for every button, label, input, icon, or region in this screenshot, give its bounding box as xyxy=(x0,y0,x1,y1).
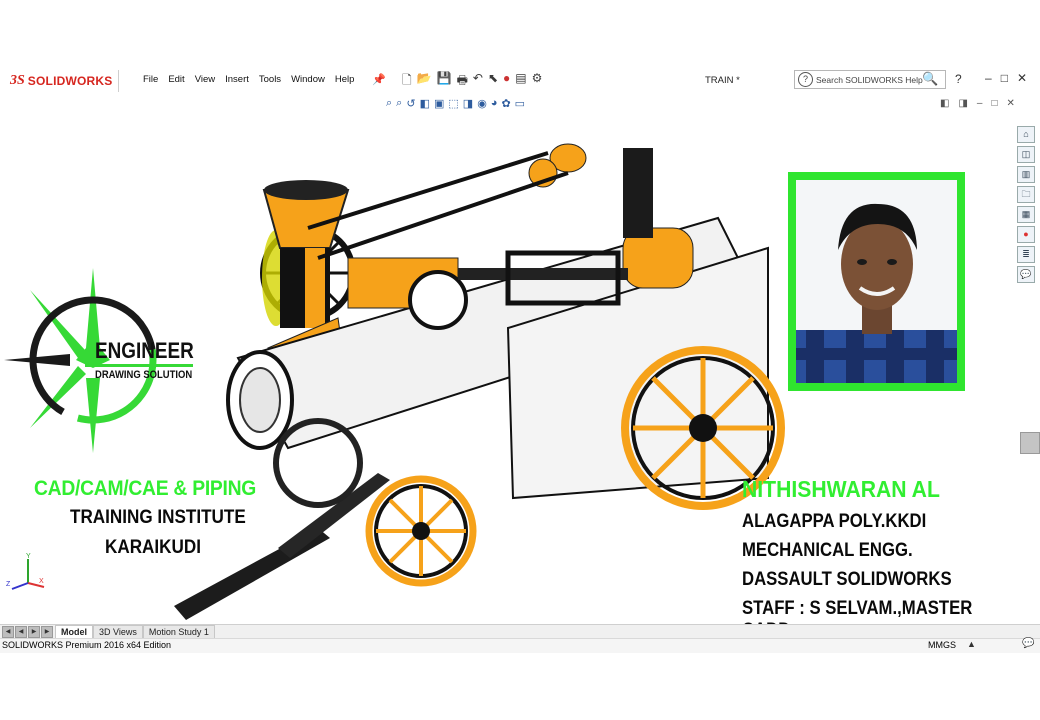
save-icon[interactable]: 💾 xyxy=(437,71,452,92)
piston-rod xyxy=(458,268,628,280)
task-pane-expand-handle[interactable] xyxy=(1020,432,1040,454)
menu-insert[interactable]: Insert xyxy=(220,72,254,90)
institute-location: KARAIKUDI xyxy=(105,537,201,558)
college-line: ALAGAPPA POLY.KKDI xyxy=(742,511,927,532)
select-icon[interactable]: ⬉ xyxy=(488,71,498,92)
forum-icon[interactable]: 💬 xyxy=(1017,266,1035,283)
edition-label: SOLIDWORKS Premium 2016 x64 Edition xyxy=(2,640,172,650)
minimize-button[interactable]: – xyxy=(985,71,992,85)
menu-file[interactable]: File xyxy=(138,72,163,90)
viewport-window-controls: ◧ ◨ – □ ✕ xyxy=(940,98,1015,109)
units-dropdown-icon[interactable]: ▲ xyxy=(967,639,976,649)
section-view-icon[interactable]: ◧ xyxy=(420,97,430,113)
open-icon[interactable]: 📂 xyxy=(417,71,432,92)
tab-next-arrow[interactable]: ▶ xyxy=(28,626,40,638)
chimney-rim xyxy=(264,180,348,200)
help-search-icon: ? xyxy=(798,72,813,87)
options-gear-icon[interactable]: ⚙ xyxy=(532,71,543,92)
smokebox-door xyxy=(239,367,281,433)
tab-last-arrow[interactable]: ▶ xyxy=(41,626,53,638)
institute-name: TRAINING INSTITUTE xyxy=(70,507,246,528)
display-style-icon[interactable]: ◨ xyxy=(463,97,473,113)
view-palette-icon[interactable]: ▦ xyxy=(1017,206,1035,223)
task-pane-tabs: ⌂ ◫ ▥ 🗀 ▦ ● ≣ 💬 xyxy=(1017,126,1037,283)
custom-properties-icon[interactable]: ≣ xyxy=(1017,246,1035,263)
new-document-icon[interactable]: 🗋 xyxy=(402,71,412,92)
ds-logo-mark: 3S xyxy=(10,73,25,88)
triad-z-label: Z xyxy=(6,581,11,588)
search-input[interactable]: Search SOLIDWORKS Help xyxy=(816,75,923,85)
viewport-next-icon[interactable]: ◨ xyxy=(958,98,967,109)
help-button[interactable]: ? xyxy=(955,72,962,86)
student-name: NITHISHWARAN AL xyxy=(742,476,940,502)
search-icon[interactable]: 🔍 xyxy=(922,71,938,87)
menu-tools[interactable]: Tools xyxy=(254,72,286,90)
window-controls: – □ ✕ xyxy=(985,71,1027,85)
zoom-to-fit-icon[interactable]: ⌕ xyxy=(386,97,392,113)
rear-wheel-hub xyxy=(689,414,717,442)
tab-scroll-arrows: ◀ ◀ ▶ ▶ xyxy=(2,626,53,638)
viewport-prev-icon[interactable]: ◧ xyxy=(940,98,949,109)
menu-view[interactable]: View xyxy=(190,72,220,90)
front-wheel-hub xyxy=(412,522,430,540)
coordinate-triad: Y X Z xyxy=(6,553,45,590)
units-selector[interactable]: MMGS xyxy=(928,640,956,650)
view-settings-icon[interactable]: ▭ xyxy=(515,97,525,113)
student-photo-frame xyxy=(788,172,965,391)
steam-traction-engine-model[interactable] xyxy=(168,128,788,628)
tab-first-arrow[interactable]: ◀ xyxy=(2,626,14,638)
undo-icon[interactable]: ↶ xyxy=(473,71,483,92)
status-chat-icon[interactable]: 💬 xyxy=(1022,638,1034,649)
menu-help[interactable]: Help xyxy=(330,72,360,90)
institute-courses: CAD/CAM/CAE & PIPING xyxy=(34,477,257,500)
zoom-to-area-icon[interactable]: ⌕ xyxy=(396,97,402,113)
hide-show-items-icon[interactable]: ◉ xyxy=(477,97,487,113)
software-line: DASSAULT SOLIDWORKS xyxy=(742,569,952,590)
restore-button[interactable]: □ xyxy=(1001,71,1008,85)
document-title: TRAIN * xyxy=(705,75,740,86)
chimney-stripe xyxy=(305,248,325,328)
model-tabs: Model 3D Views Motion Study 1 xyxy=(55,625,215,638)
student-photo xyxy=(796,180,957,383)
edit-appearance-icon[interactable]: ◕ xyxy=(491,97,498,113)
standard-toolbar: 🗋 📂 💾 🖶 ↶ ⬉ ● ▤ ⚙ xyxy=(402,71,542,92)
viewport-close-button[interactable]: ✕ xyxy=(1007,98,1015,109)
heads-up-view-toolbar: ⌕ ⌕ ↺ ◧ ▣ ⬚ ◨ ◉ ◕ ✿ ▭ xyxy=(386,97,525,113)
menu-edit[interactable]: Edit xyxy=(163,72,189,90)
pin-icon[interactable]: 📌 xyxy=(372,73,386,86)
file-explorer-icon[interactable]: 🗀 xyxy=(1017,186,1035,203)
triad-y-label: Y xyxy=(26,553,31,560)
appearances-icon[interactable]: ● xyxy=(1017,226,1035,243)
solidworks-logo[interactable]: 3S SOLIDWORKS xyxy=(10,70,119,92)
file-properties-icon[interactable]: ▤ xyxy=(515,71,526,92)
design-library-icon[interactable]: ▥ xyxy=(1017,166,1035,183)
traffic-light-icon[interactable]: ● xyxy=(503,71,510,92)
student-portrait xyxy=(796,203,957,383)
resources-icon[interactable]: ◫ xyxy=(1017,146,1035,163)
tab-prev-arrow[interactable]: ◀ xyxy=(15,626,27,638)
dynamic-annotation-icon[interactable]: ▣ xyxy=(434,97,444,113)
tab-motion-study[interactable]: Motion Study 1 xyxy=(142,625,215,638)
viewport-restore-button[interactable]: □ xyxy=(991,98,997,109)
view-orientation-icon[interactable]: ⬚ xyxy=(448,97,458,113)
triad-x-label: X xyxy=(39,578,44,585)
close-button[interactable]: ✕ xyxy=(1017,71,1027,85)
print-icon[interactable]: 🖶 xyxy=(457,71,468,92)
logo-needle xyxy=(4,354,70,366)
crank-disc xyxy=(408,270,468,330)
menu-window[interactable]: Window xyxy=(286,72,330,90)
logo-spike-bottom xyxy=(86,378,100,453)
department-line: MECHANICAL ENGG. xyxy=(742,540,913,561)
tab-3d-views[interactable]: 3D Views xyxy=(93,625,143,638)
logo-text: SOLIDWORKS xyxy=(27,74,113,88)
previous-view-icon[interactable]: ↺ xyxy=(406,97,415,113)
tab-model[interactable]: Model xyxy=(55,625,93,638)
dome xyxy=(623,148,653,238)
home-icon[interactable]: ⌂ xyxy=(1017,126,1035,143)
viewport-minimize-button[interactable]: – xyxy=(977,98,983,109)
menu-bar: File Edit View Insert Tools Window Help xyxy=(138,72,359,90)
apply-scene-icon[interactable]: ✿ xyxy=(501,97,510,113)
